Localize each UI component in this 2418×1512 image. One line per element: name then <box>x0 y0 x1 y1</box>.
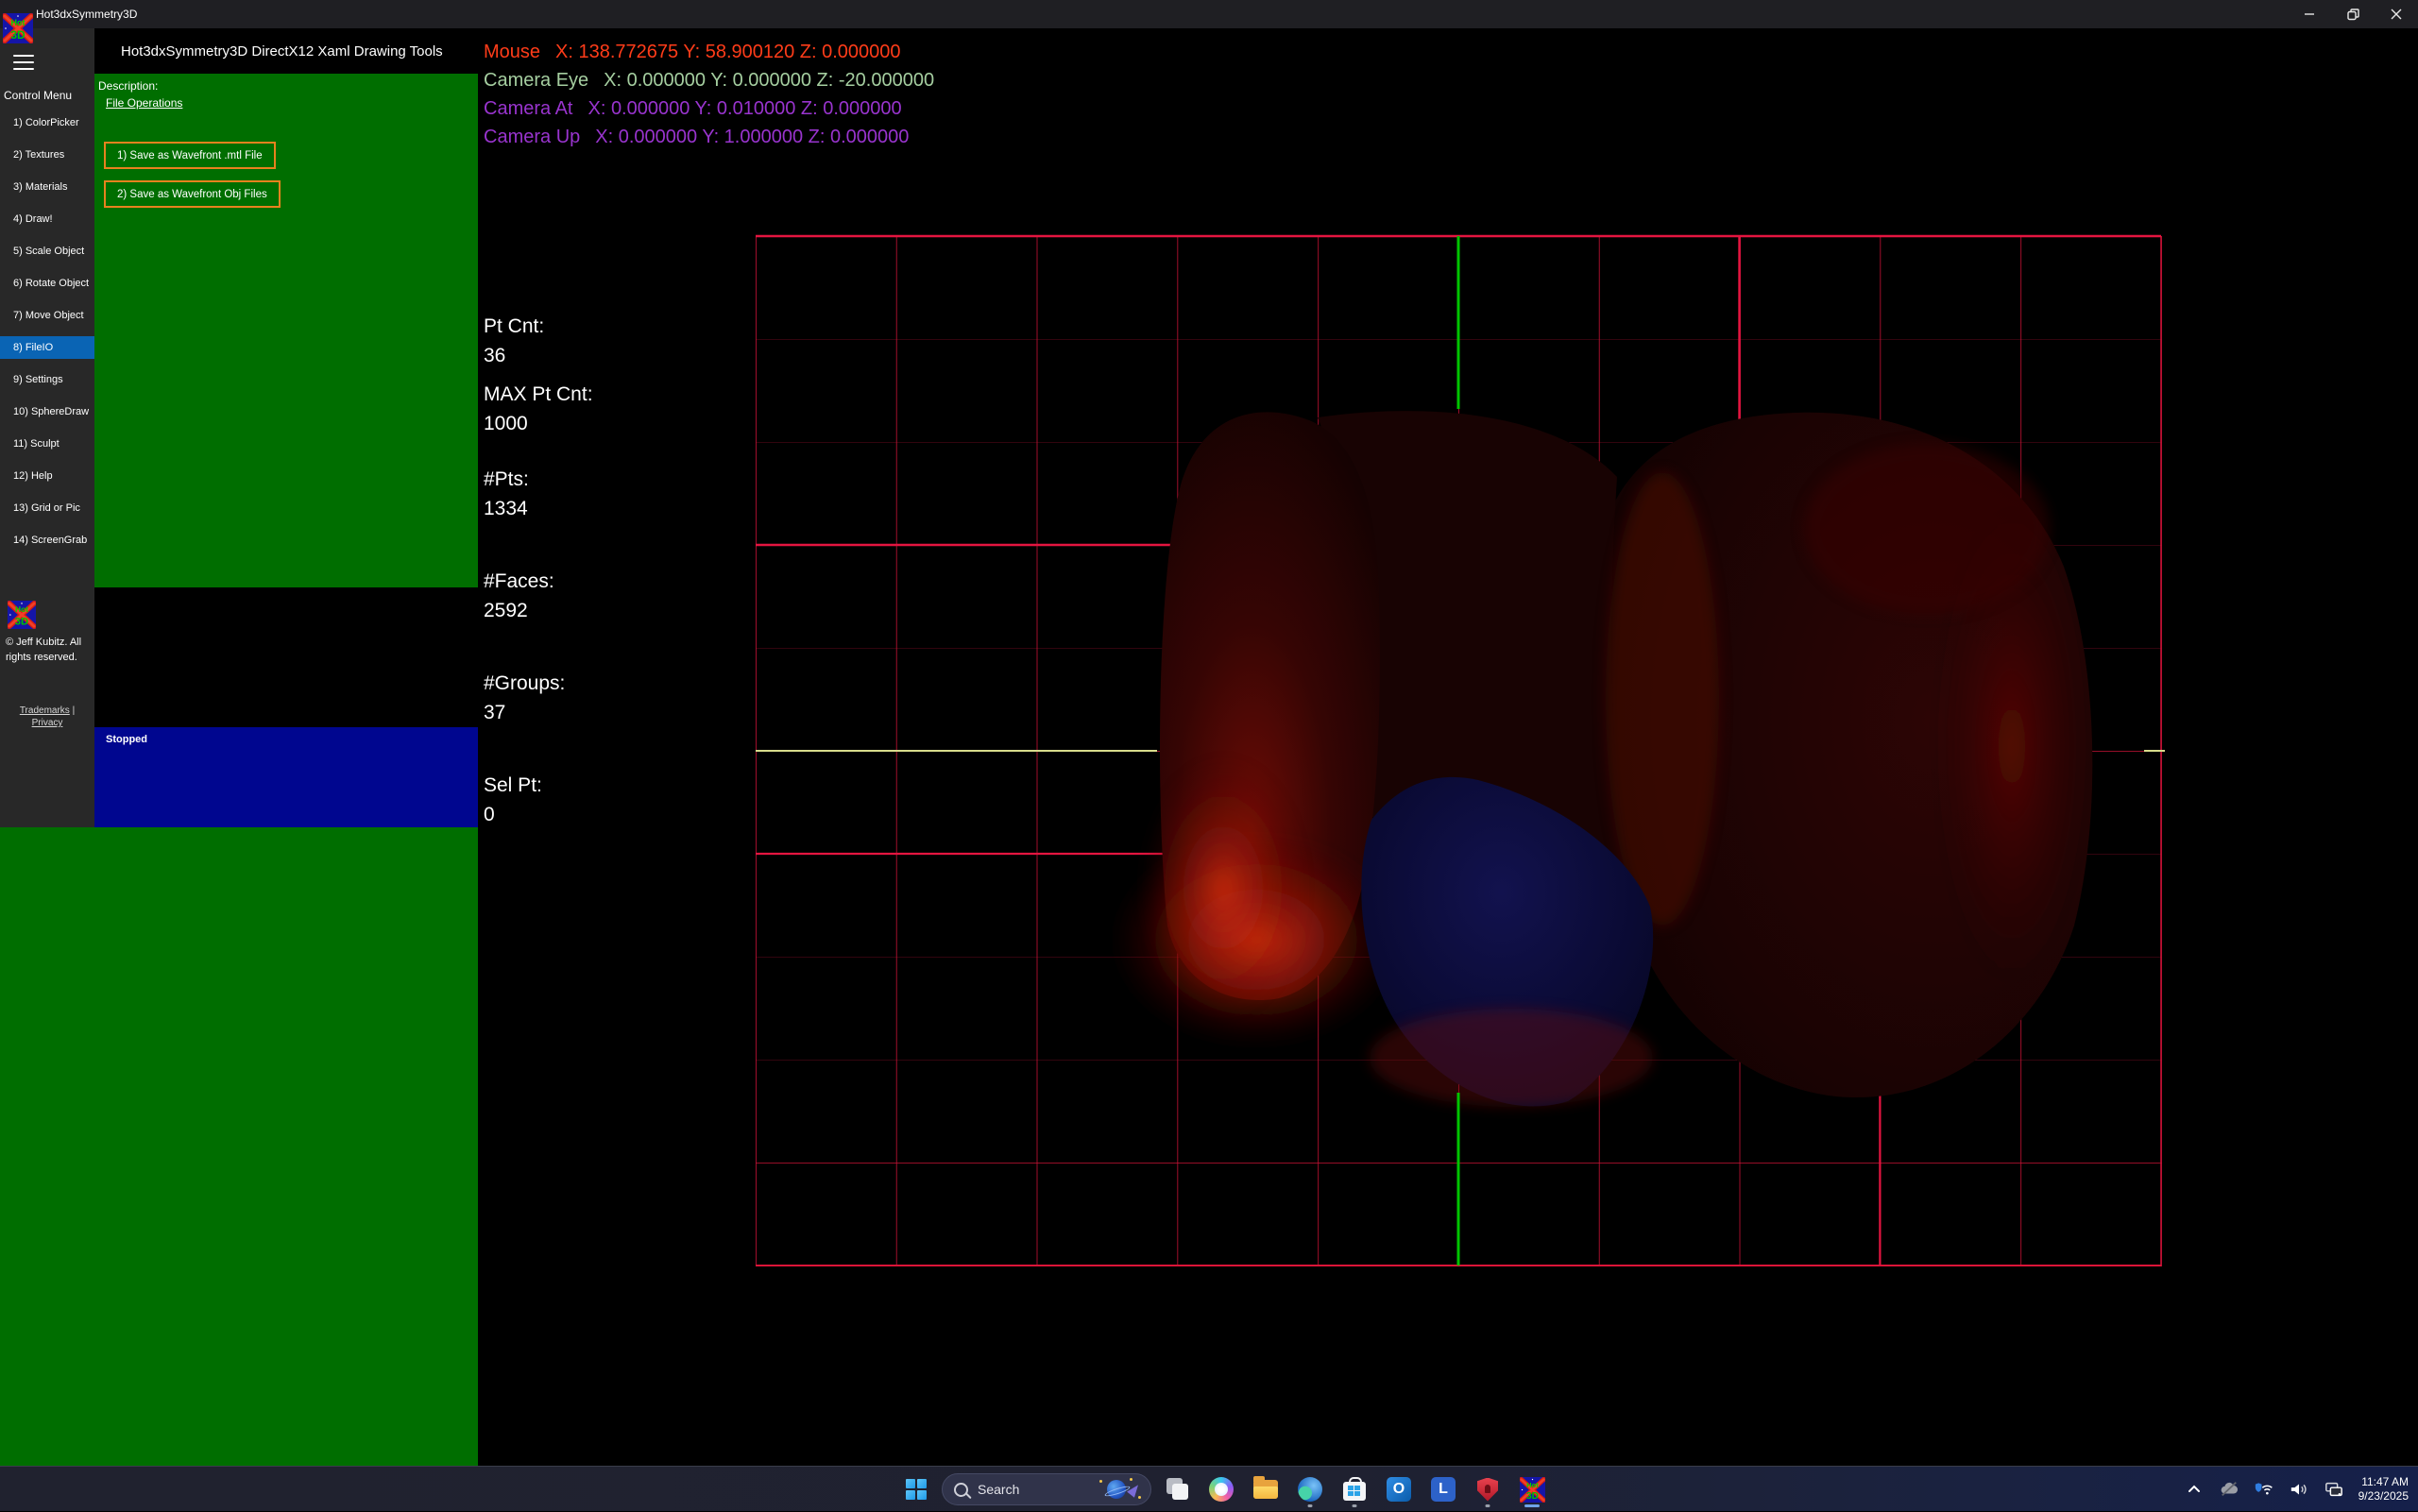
camera-up-readout: Camera UpX: 0.000000 Y: 1.000000 Z: 0.00… <box>484 123 934 151</box>
l-app-icon: L <box>1431 1477 1456 1502</box>
stat-faces: #Faces:2592 <box>484 567 729 625</box>
sidebar-item-grid-or-pic[interactable]: 13) Grid or Pic <box>0 497 94 519</box>
sidebar-item-fileio[interactable]: 8) FileIO <box>0 336 94 359</box>
stat-pts: #Pts:1334 <box>484 465 729 523</box>
clock[interactable]: 11:47 AM 9/23/2025 <box>2358 1475 2409 1504</box>
window-title: Hot3dxSymmetry3D <box>36 8 137 21</box>
sidebar-item-rotate-object[interactable]: 6) Rotate Object <box>0 272 94 295</box>
l-app-button[interactable]: L <box>1424 1470 1462 1508</box>
search-placeholder: Search <box>978 1482 1098 1497</box>
clock-date: 9/23/2025 <box>2358 1489 2409 1504</box>
sidebar-item-draw[interactable]: 4) Draw! <box>0 208 94 230</box>
close-button[interactable] <box>2375 0 2418 28</box>
bing-daily-icon <box>1098 1478 1141 1501</box>
hamburger-menu-icon[interactable] <box>13 55 34 70</box>
privacy-link[interactable]: Privacy <box>32 718 63 728</box>
close-icon <box>2391 8 2402 20</box>
sidebar-item-scale-object[interactable]: 5) Scale Object <box>0 240 94 263</box>
task-view-icon <box>1158 1470 1196 1508</box>
copyright-text: © Jeff Kubitz. All rights reserved. <box>6 635 89 665</box>
app-logo-icon <box>3 11 33 45</box>
restore-icon <box>2347 8 2359 21</box>
start-button[interactable] <box>897 1470 935 1508</box>
sidebar-item-colorpicker[interactable]: 1) ColorPicker <box>0 111 94 134</box>
defender-button[interactable] <box>1469 1470 1507 1508</box>
taskbar: Search <box>0 1466 2418 1511</box>
hot3dx-logo-icon <box>8 601 36 629</box>
status-badge: Stopped <box>106 734 147 745</box>
window-titlebar: Hot3dxSymmetry3D <box>0 0 2418 28</box>
stat-groups: #Groups:37 <box>484 669 729 727</box>
description-label: Description: <box>98 79 158 93</box>
model-mesh <box>1110 411 2092 1107</box>
control-menu-heading: Control Menu <box>4 89 72 102</box>
sidebar-item-screengrab[interactable]: 14) ScreenGrab <box>0 529 94 552</box>
sidebar-item-sculpt[interactable]: 11) Sculpt <box>0 433 94 455</box>
defender-shield-icon <box>1477 1478 1498 1502</box>
save-obj-button[interactable]: 2) Save as Wavefront Obj Files <box>104 180 281 208</box>
viewport-canvas[interactable] <box>478 28 2418 1466</box>
coordinate-readout: MouseX: 138.772675 Y: 58.900120 Z: 0.000… <box>484 38 934 151</box>
outlook-button[interactable]: O <box>1380 1470 1418 1508</box>
copilot-button[interactable] <box>1202 1470 1240 1508</box>
sidebar-item-textures[interactable]: 2) Textures <box>0 144 94 166</box>
mouse-readout: MouseX: 138.772675 Y: 58.900120 Z: 0.000… <box>484 38 934 66</box>
hot3dx-icon <box>1520 1477 1545 1503</box>
screens-icon[interactable] <box>2324 1479 2344 1500</box>
tray-chevron-icon[interactable] <box>2184 1479 2205 1500</box>
sidebar-item-settings[interactable]: 9) Settings <box>0 368 94 391</box>
sidebar-item-spheredraw[interactable]: 10) SphereDraw <box>0 400 94 423</box>
control-menu-list: 1) ColorPicker 2) Textures 3) Materials … <box>0 111 94 561</box>
sidebar-item-help[interactable]: 12) Help <box>0 465 94 487</box>
stat-pt-cnt: Pt Cnt:36 <box>484 312 729 370</box>
save-mtl-button[interactable]: 1) Save as Wavefront .mtl File <box>104 142 276 169</box>
outlook-icon: O <box>1387 1477 1411 1502</box>
bottom-green-panel <box>0 827 478 1466</box>
windows-start-icon <box>906 1479 927 1500</box>
volume-icon[interactable] <box>2289 1479 2309 1500</box>
edge-button[interactable] <box>1291 1470 1329 1508</box>
task-view-button[interactable] <box>1158 1470 1196 1508</box>
search-icon <box>954 1483 968 1497</box>
minimize-button[interactable] <box>2288 0 2331 28</box>
stat-sel-pt: Sel Pt:0 <box>484 771 729 829</box>
link-separator: | <box>73 705 76 716</box>
maximize-button[interactable] <box>2331 0 2375 28</box>
app-title: Hot3dxSymmetry3D DirectX12 Xaml Drawing … <box>121 43 443 59</box>
camera-eye-readout: Camera EyeX: 0.000000 Y: 0.000000 Z: -20… <box>484 66 934 94</box>
file-operations-panel: Description: File Operations 1) Save as … <box>94 74 478 587</box>
store-icon <box>1343 1482 1366 1501</box>
model-stats: Pt Cnt:36 MAX Pt Cnt:1000 #Pts:1334 #Fac… <box>484 312 729 829</box>
app-header: Hot3dxSymmetry3D DirectX12 Xaml Drawing … <box>43 28 478 74</box>
search-input[interactable]: Search <box>942 1473 1151 1505</box>
file-operations-link[interactable]: File Operations <box>106 96 182 110</box>
trademarks-link[interactable]: Trademarks <box>20 705 70 716</box>
desktop: Hot 3D Hot3dxSymmetry3D Hot3dxSymmetry3D… <box>0 0 2418 1511</box>
hot3dx-taskbar-button[interactable] <box>1513 1470 1551 1508</box>
stat-max-pt-cnt: MAX Pt Cnt:1000 <box>484 380 729 438</box>
control-menu-sidebar: Control Menu 1) ColorPicker 2) Textures … <box>0 28 94 827</box>
sidebar-item-move-object[interactable]: 7) Move Object <box>0 304 94 327</box>
legal-links: Trademarks | Privacy <box>6 705 89 729</box>
onedrive-offline-icon[interactable] <box>2219 1479 2239 1500</box>
minimize-icon <box>2304 8 2315 20</box>
network-security-icon[interactable] <box>2254 1479 2274 1500</box>
copilot-icon <box>1209 1477 1234 1502</box>
clock-time: 11:47 AM <box>2358 1475 2409 1489</box>
camera-at-readout: Camera AtX: 0.000000 Y: 0.010000 Z: 0.00… <box>484 94 934 123</box>
store-button[interactable] <box>1336 1470 1373 1508</box>
file-explorer-icon <box>1253 1480 1278 1499</box>
status-panel: Stopped <box>94 727 478 827</box>
sidebar-item-materials[interactable]: 3) Materials <box>0 176 94 198</box>
file-explorer-button[interactable] <box>1247 1470 1285 1508</box>
edge-icon <box>1298 1477 1322 1502</box>
